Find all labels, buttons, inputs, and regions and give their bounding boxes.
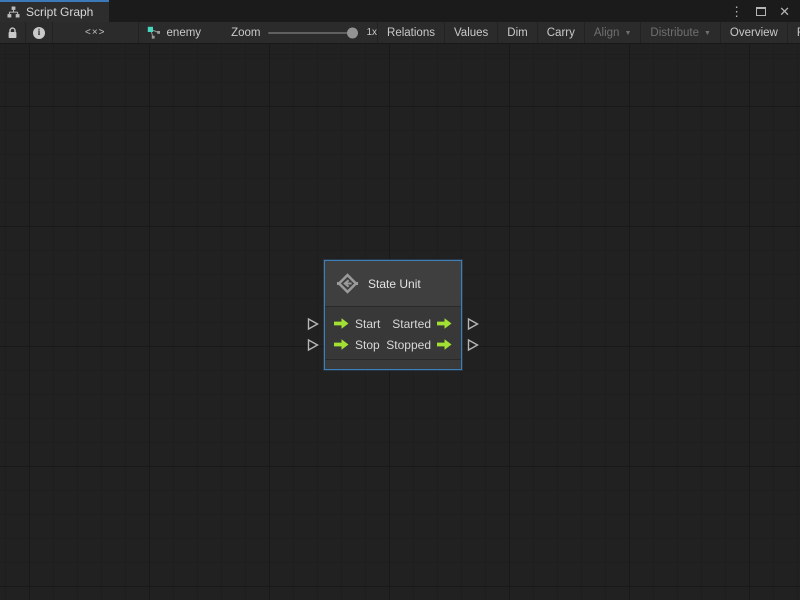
input-port-start[interactable]: Start [334,317,380,331]
node-title: State Unit [368,276,421,291]
input-connection-port[interactable] [307,338,319,351]
input-port-stop[interactable]: Stop [334,338,380,352]
menu-icon[interactable]: ⋮ [730,5,743,18]
window-controls: ⋮ ✕ [730,0,800,22]
node-ports: Start Started Stop Stopped [307,307,479,359]
state-unit-icon [336,272,359,295]
graph-toolbar: i <×> enemy Zoom 1x Relations Values Dim… [0,22,800,44]
state-unit-node[interactable]: State Unit Start Started Stop Stopped [307,260,479,370]
port-label: Stopped [386,337,431,352]
port-label: Started [392,316,431,331]
graph-title-group[interactable]: enemy [139,22,210,43]
button-label: Values [453,26,489,39]
port-label: Stop [355,337,380,352]
flow-arrow-icon [437,339,452,350]
zoom-label: Zoom [231,26,261,39]
graph-canvas[interactable]: State Unit Start Started Stop Stopped [0,44,800,600]
window-tab-bar: Script Graph ⋮ ✕ [0,0,800,22]
zoom-value: 1x [366,27,378,38]
toolbar-button-relations[interactable]: Relations [378,22,445,43]
toolbar-button-distribute[interactable]: Distribute ▼ [641,22,721,43]
graph-node-icon [147,26,161,39]
angle-x-icon: <×> [85,27,106,38]
chevron-down-icon: ▼ [703,30,711,37]
port-row-start: Start Started [307,313,479,334]
output-port-started[interactable]: Started [392,317,452,331]
output-connection-port[interactable] [467,317,479,330]
output-connection-port[interactable] [467,338,479,351]
toolbar-button-full-screen[interactable]: Full Screen [788,22,800,43]
node-footer [325,359,461,369]
flow-arrow-icon [334,318,349,329]
toolbar-button-overview[interactable]: Overview [721,22,788,43]
port-label: Start [355,316,381,331]
graph-name-label: enemy [166,26,202,39]
lock-button[interactable] [0,22,26,43]
port-row-stop: Stop Stopped [307,334,479,355]
tab-label: Script Graph [26,5,94,19]
input-connection-port[interactable] [307,317,319,330]
tab-script-graph[interactable]: Script Graph [0,0,110,22]
button-label: Overview [729,26,778,39]
close-icon[interactable]: ✕ [779,5,790,18]
button-label: Relations [387,26,435,39]
flow-arrow-icon [334,339,349,350]
zoom-control: Zoom 1x [231,22,377,43]
script-graph-icon [7,6,20,18]
output-port-stopped[interactable]: Stopped [386,338,452,352]
zoom-slider-handle[interactable] [347,27,359,38]
info-button[interactable]: i [26,22,53,43]
toolbar-button-values[interactable]: Values [445,22,499,43]
angle-x-toggle-button[interactable]: <×> [53,22,139,43]
node-header[interactable]: State Unit [325,261,461,307]
button-label: Distribute [650,26,699,39]
flow-arrow-icon [437,318,452,329]
lock-icon [7,26,18,39]
button-label: Carry [546,26,575,39]
info-icon: i [33,26,45,39]
maximize-icon[interactable] [756,6,767,16]
zoom-slider[interactable] [268,27,359,38]
chevron-down-icon: ▼ [624,30,632,37]
button-label: Dim [507,26,528,39]
button-label: Align [593,26,620,39]
toolbar-button-dim[interactable]: Dim [498,22,538,43]
toolbar-button-cluster: Relations Values Dim Carry Align ▼ Distr… [377,22,800,43]
toolbar-button-carry[interactable]: Carry [538,22,585,43]
toolbar-button-align[interactable]: Align ▼ [585,22,642,43]
